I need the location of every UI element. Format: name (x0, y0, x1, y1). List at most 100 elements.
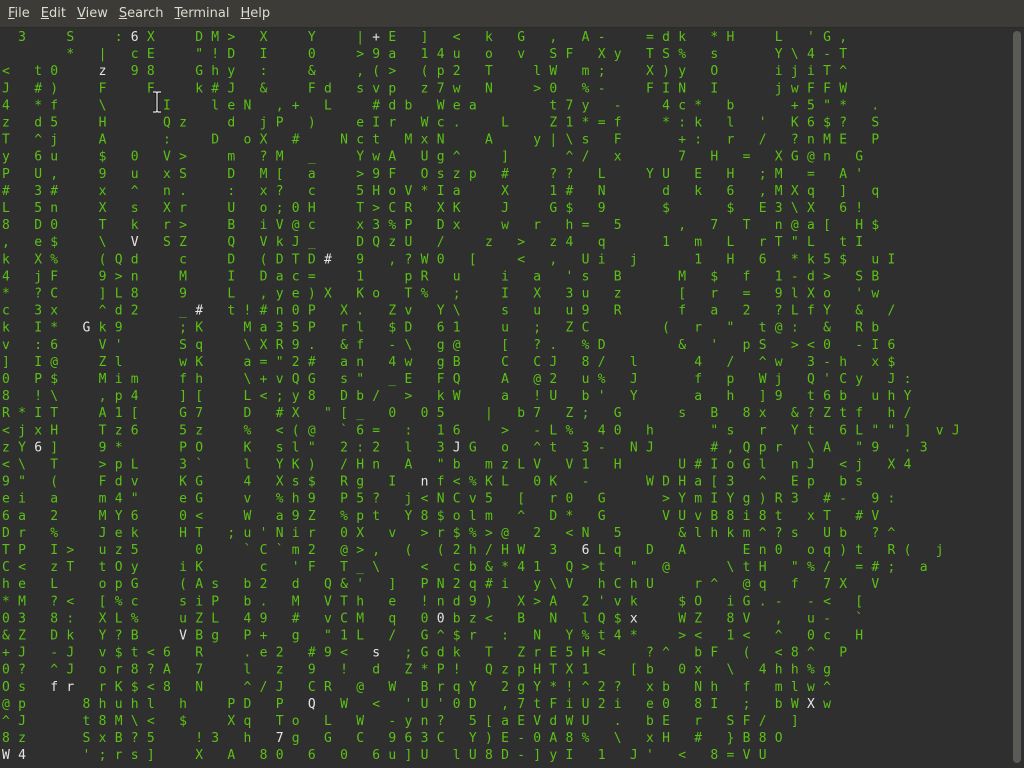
vertical-scrollbar[interactable] (1010, 28, 1024, 768)
rain-glyph: u (453, 269, 461, 284)
rain-glyph: > (372, 201, 380, 216)
rain-glyph: 9 (871, 492, 879, 507)
rain-glyph: K (791, 116, 799, 131)
rain-glyph: ^ (34, 133, 42, 148)
menu-edit[interactable]: Edit (35, 0, 71, 28)
menu-file[interactable]: File (2, 0, 35, 28)
rain-glyph: P (244, 629, 252, 644)
rain-glyph: e (453, 98, 461, 113)
rain-glyph: E (743, 543, 751, 558)
rain-glyph: l (405, 440, 413, 455)
rain-glyph: V (566, 577, 574, 592)
rain-glyph: F (807, 81, 815, 96)
rain-glyph: j (775, 372, 783, 387)
rain-glyph: b (839, 389, 847, 404)
rain-glyph: > (356, 167, 364, 182)
rain-glyph: ( (99, 252, 107, 267)
rain-glyph: I (34, 406, 42, 421)
rain-glyph: $ (710, 269, 718, 284)
menu-search[interactable]: Search (113, 0, 169, 28)
rain-glyph: i (115, 372, 123, 387)
menu-view[interactable]: View (71, 0, 113, 28)
rain-glyph: S (759, 338, 767, 353)
rain-glyph: k (2, 321, 10, 336)
rain-glyph: o (388, 184, 396, 199)
rain-glyph: \ (566, 133, 574, 148)
rain-glyph: J (292, 235, 300, 250)
rain-glyph: B (710, 406, 718, 421)
rain-glyph: F (99, 81, 107, 96)
rain-glyph: b (244, 577, 252, 592)
rain-glyph: ; (276, 201, 284, 216)
rain-glyph: $ (115, 646, 123, 661)
rain-glyph: u (115, 697, 123, 712)
scrollbar-thumb[interactable] (1013, 31, 1021, 763)
rain-glyph: G (83, 321, 91, 336)
rain-glyph: $ (50, 235, 58, 250)
rain-glyph: W (453, 389, 461, 404)
rain-glyph: a (50, 492, 58, 507)
rain-glyph: b (646, 714, 654, 729)
rain-glyph: u (501, 321, 509, 336)
rain-glyph: 5 (566, 646, 574, 661)
rain-glyph: E (759, 201, 767, 216)
rain-glyph: < (517, 252, 525, 267)
rain-glyph: X (356, 526, 364, 541)
rain-glyph: _ (179, 304, 187, 319)
rain-glyph: < (276, 423, 284, 438)
rain-glyph: @ (501, 526, 509, 541)
rain-glyph: r (694, 321, 702, 336)
rain-glyph: K (549, 475, 557, 490)
rain-glyph: w (871, 287, 879, 302)
rain-glyph: Y (469, 731, 477, 746)
rain-glyph: = (598, 116, 606, 131)
rain-glyph: a (533, 269, 541, 284)
rain-glyph: I (50, 543, 58, 558)
rain-glyph: o (99, 577, 107, 592)
rain-glyph: , (678, 218, 686, 233)
rain-glyph: ? (437, 714, 445, 729)
rain-glyph: . (904, 440, 912, 455)
menu-help[interactable]: Help (234, 0, 275, 28)
rain-glyph: R (775, 492, 783, 507)
rain-glyph: F (646, 81, 654, 96)
rain-glyph: W (244, 509, 252, 524)
rain-glyph: , (549, 30, 557, 45)
rain-glyph: 0 (421, 611, 429, 626)
rain-glyph: U (405, 235, 413, 250)
rain-glyph: C (533, 355, 541, 370)
rain-glyph: S (66, 30, 74, 45)
rain-glyph: 0 (340, 748, 348, 763)
rain-glyph: * (50, 321, 58, 336)
rain-glyph: T (340, 560, 348, 575)
rain-glyph: N (694, 680, 702, 695)
rain-glyph: " (630, 560, 638, 575)
rain-glyph: F (566, 47, 574, 62)
rain-glyph: G (823, 30, 831, 45)
rain-glyph: \ (614, 731, 622, 746)
terminal-output[interactable]: 3 S:6 X D M > X Y | + E] < k G, A - = d k * H L ' G, * | c E "! D I 0 >9… (0, 28, 1010, 768)
rain-glyph: r (549, 492, 557, 507)
rain-glyph: n (356, 355, 364, 370)
rain-glyph: C (340, 611, 348, 626)
rain-glyph: # (501, 167, 509, 182)
menu-terminal[interactable]: Terminal (169, 0, 235, 28)
rain-glyph: c (437, 116, 445, 131)
rain-glyph: \ (791, 201, 799, 216)
rain-glyph: g (437, 150, 445, 165)
rain-glyph: X (807, 287, 815, 302)
rain-glyph: L (244, 389, 252, 404)
rain-glyph: 9 (775, 389, 783, 404)
rain-glyph: 5 (179, 423, 187, 438)
rain-glyph: F (308, 81, 316, 96)
rain-glyph: 0 (566, 492, 574, 507)
rain-glyph: 3 (372, 218, 380, 233)
rain-glyph: Y (405, 509, 413, 524)
rain-glyph: l (533, 64, 541, 79)
rain-glyph: > (533, 81, 541, 96)
rain-glyph: x (453, 218, 461, 233)
rain-glyph: f (807, 304, 815, 319)
rain-glyph: ^ (662, 646, 670, 661)
rain-glyph: F (388, 167, 396, 182)
rain-glyph: Z (308, 509, 316, 524)
